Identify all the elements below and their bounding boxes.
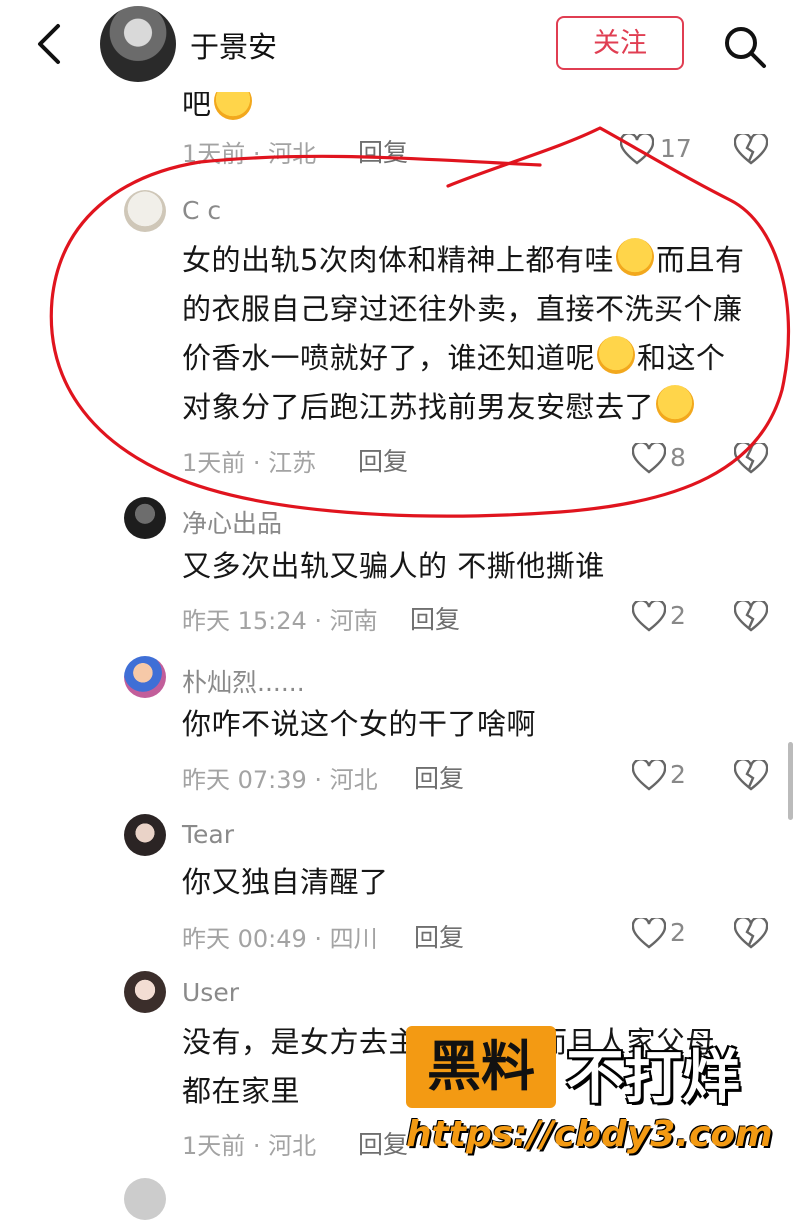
profile-avatar[interactable] bbox=[100, 6, 176, 82]
watermark-url: https://cbdy3.com bbox=[406, 1114, 773, 1155]
watermark: 黑料 不打烊 https://cbdy3.com bbox=[406, 1026, 773, 1170]
follow-button[interactable]: 关注 bbox=[556, 16, 684, 70]
search-icon[interactable] bbox=[722, 24, 768, 70]
watermark-text: 不打烊 bbox=[566, 1043, 741, 1111]
watermark-box: 黑料 bbox=[406, 1026, 556, 1108]
back-arrow-icon[interactable] bbox=[30, 22, 70, 66]
red-annotation-circle bbox=[49, 126, 791, 518]
top-bar: 于景安 关注 bbox=[0, 0, 800, 92]
profile-name[interactable]: 于景安 bbox=[190, 24, 277, 66]
